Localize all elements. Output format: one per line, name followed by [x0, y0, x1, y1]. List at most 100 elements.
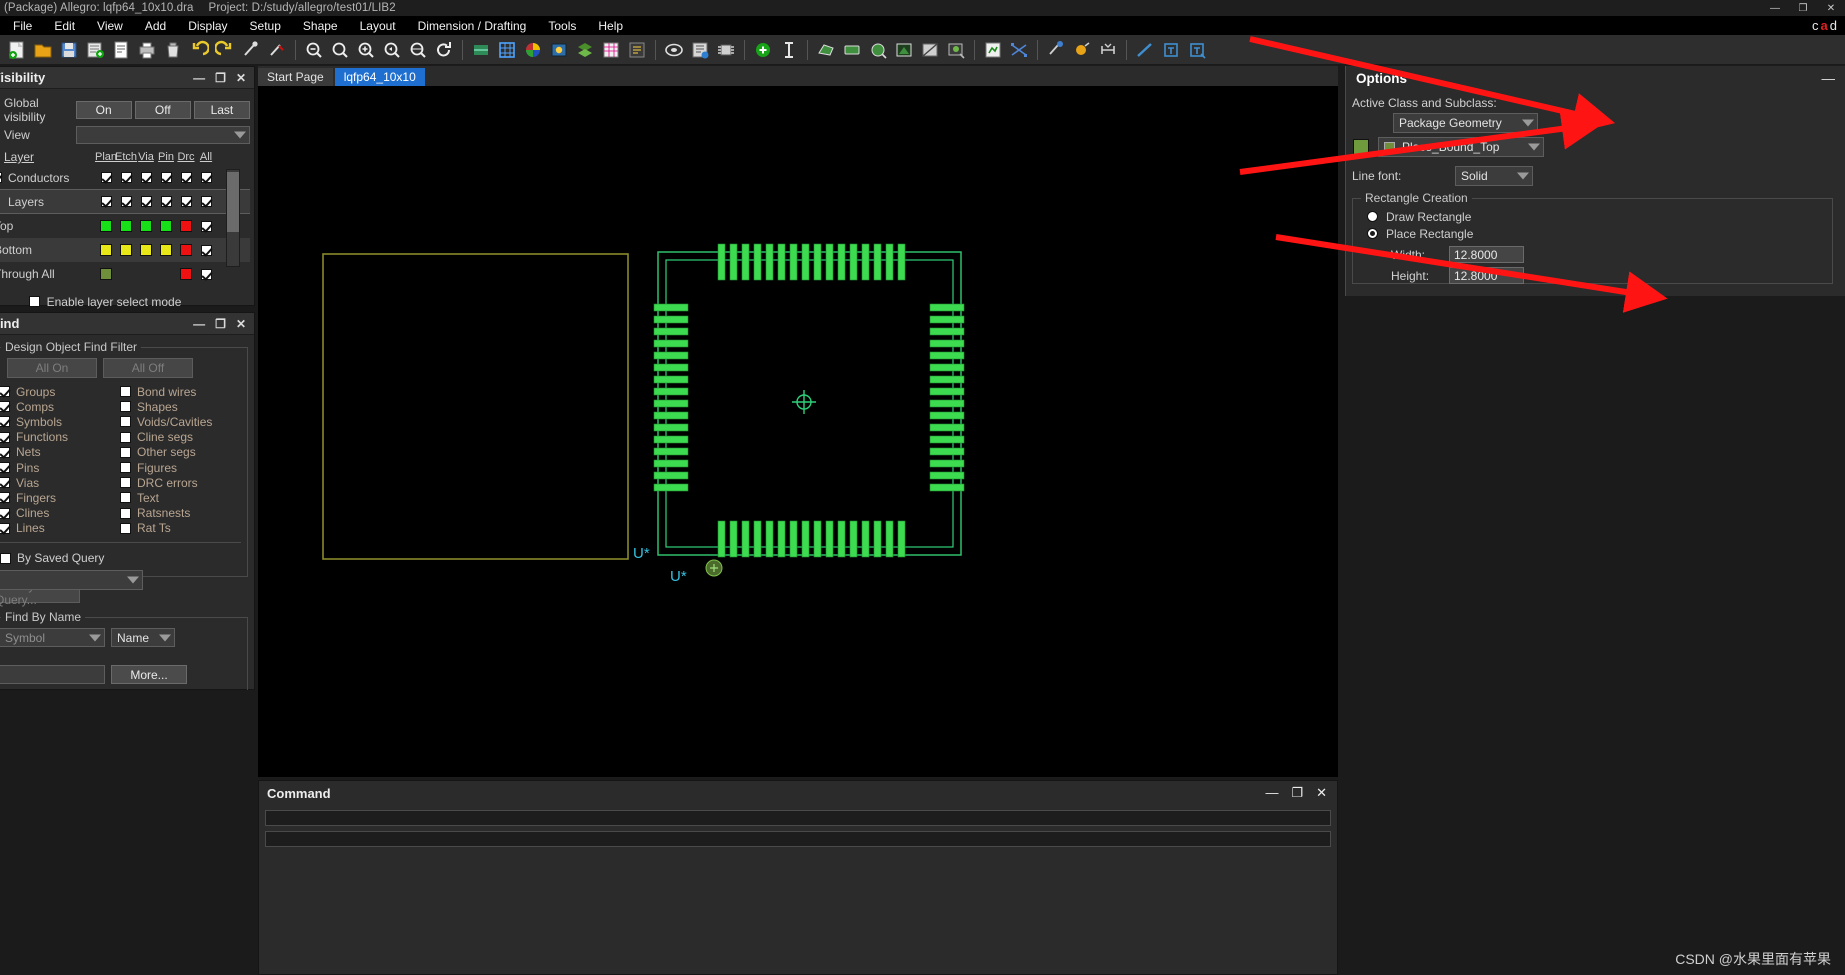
zoom-in-icon[interactable]: [353, 37, 378, 62]
menu-item-tools[interactable]: Tools: [537, 18, 587, 34]
layers-icon[interactable]: [572, 37, 597, 62]
find-item-figures[interactable]: Figures: [120, 460, 241, 475]
report-icon[interactable]: [108, 37, 133, 62]
draw-rectangle-radio-row[interactable]: Draw Rectangle: [1359, 208, 1826, 225]
find-item-other-segs[interactable]: Other segs: [120, 445, 241, 460]
open-file-icon[interactable]: [30, 37, 55, 62]
all-off-button[interactable]: All Off: [103, 358, 193, 378]
constraint-manager-icon[interactable]: [624, 37, 649, 62]
refresh-icon[interactable]: [431, 37, 456, 62]
menu-item-dimension[interactable]: Dimension / Drafting: [407, 18, 538, 34]
design-canvas[interactable]: U* U*: [258, 66, 1338, 777]
top-via-swatch[interactable]: [136, 220, 156, 232]
spreadsheet-icon[interactable]: [598, 37, 623, 62]
menu-item-shape[interactable]: Shape: [292, 18, 349, 34]
menu-item-help[interactable]: Help: [587, 18, 634, 34]
find-item-functions[interactable]: Functions: [0, 430, 120, 445]
snap-icon[interactable]: [1069, 37, 1094, 62]
top-drc-swatch[interactable]: [176, 220, 196, 232]
through-all-all-check[interactable]: [196, 268, 216, 280]
saved-query-select[interactable]: [0, 570, 143, 590]
tab-lqfp64-10x10[interactable]: lqfp64_10x10: [335, 68, 425, 86]
find-item-bond-wires[interactable]: Bond wires: [120, 384, 241, 399]
measure-icon[interactable]: [1043, 37, 1068, 62]
dimension-icon[interactable]: [1095, 37, 1120, 62]
find-item-cline-segs[interactable]: Cline segs: [120, 430, 241, 445]
active-subclass-select[interactable]: Place_Bound_Top: [1378, 137, 1544, 157]
menu-item-setup[interactable]: Setup: [239, 18, 292, 34]
move-icon[interactable]: [238, 37, 263, 62]
bottom-etch-swatch[interactable]: [116, 244, 136, 256]
color-wheel-icon[interactable]: [520, 37, 545, 62]
command-minimize-icon[interactable]: —: [1265, 785, 1278, 801]
add-connect-icon[interactable]: [750, 37, 775, 62]
ratsnest-icon[interactable]: [1006, 37, 1031, 62]
tab-start-page[interactable]: Start Page: [258, 68, 333, 86]
conductors-row-checkbox[interactable]: [0, 172, 2, 183]
zoom-world-icon[interactable]: [405, 37, 430, 62]
layers-drc-check[interactable]: [176, 196, 196, 207]
find-name-input[interactable]: [0, 665, 105, 684]
menu-item-file[interactable]: File: [2, 18, 43, 34]
find-item-nets[interactable]: Nets: [0, 445, 120, 460]
bottom-drc-swatch[interactable]: [176, 244, 196, 256]
bottom-all-check[interactable]: [196, 244, 216, 256]
layers-all-check[interactable]: [196, 196, 216, 207]
through-all-plan-swatch[interactable]: [96, 268, 116, 280]
shape-select-icon[interactable]: [891, 37, 916, 62]
draw-rectangle-radio[interactable]: [1367, 211, 1378, 222]
find-item-ratsnests[interactable]: Ratsnests: [120, 506, 241, 521]
find-item-symbols[interactable]: Symbols: [0, 414, 120, 429]
find-item-text[interactable]: Text: [120, 490, 241, 505]
visibility-row-top[interactable]: Top: [0, 214, 250, 238]
menu-item-display[interactable]: Display: [177, 18, 238, 34]
layers-via-check[interactable]: [136, 196, 156, 207]
bottom-pin-swatch[interactable]: [156, 244, 176, 256]
find-item-fingers[interactable]: Fingers: [0, 490, 120, 505]
visibility-row-through-all[interactable]: Through All: [0, 262, 250, 286]
conductors-all-check[interactable]: [196, 172, 216, 183]
maximize-icon[interactable]: ❐: [1789, 0, 1817, 16]
padstack-icon[interactable]: [661, 37, 686, 62]
conductors-drc-check[interactable]: [176, 172, 196, 183]
shape-rect-icon[interactable]: [839, 37, 864, 62]
print-icon[interactable]: [134, 37, 159, 62]
new-file-icon[interactable]: [4, 37, 29, 62]
layers-etch-check[interactable]: [116, 196, 136, 207]
view-select[interactable]: [76, 126, 250, 144]
visibility-minimize-icon[interactable]: —: [193, 72, 205, 84]
shape-circle-icon[interactable]: [865, 37, 890, 62]
width-input[interactable]: 12.8000: [1449, 246, 1524, 263]
find-item-rat-ts[interactable]: Rat Ts: [120, 521, 241, 536]
save-as-icon[interactable]: [82, 37, 107, 62]
command-close-icon[interactable]: ✕: [1316, 785, 1327, 801]
slide-icon[interactable]: [776, 37, 801, 62]
command-input-line[interactable]: [265, 831, 1331, 847]
conductors-via-check[interactable]: [136, 172, 156, 183]
top-plan-swatch[interactable]: [96, 220, 116, 232]
visibility-close-icon[interactable]: ✕: [236, 72, 246, 84]
find-item-pins[interactable]: Pins: [0, 460, 120, 475]
options-minimize-icon[interactable]: —: [1822, 71, 1845, 86]
menu-item-edit[interactable]: Edit: [43, 18, 86, 34]
shape-edit-icon[interactable]: [943, 37, 968, 62]
find-item-groups[interactable]: Groups: [0, 384, 120, 399]
visibility-scrollbar-thumb[interactable]: [227, 172, 239, 232]
find-item-vias[interactable]: Vias: [0, 475, 120, 490]
visibility-restore-icon[interactable]: ❐: [215, 72, 226, 84]
conductors-etch-check[interactable]: [116, 172, 136, 183]
all-on-button[interactable]: All On: [7, 358, 97, 378]
command-restore-icon[interactable]: ❐: [1291, 785, 1303, 801]
visibility-row-bottom[interactable]: Bottom: [0, 238, 250, 262]
by-saved-query-checkbox[interactable]: [0, 553, 11, 564]
find-restore-icon[interactable]: ❐: [215, 318, 226, 330]
global-visibility-last-button[interactable]: Last: [194, 101, 250, 119]
top-pin-swatch[interactable]: [156, 220, 176, 232]
drawing-params-icon[interactable]: [687, 37, 712, 62]
mirror-icon[interactable]: [264, 37, 289, 62]
add-line-icon[interactable]: [1132, 37, 1157, 62]
enable-layer-select-mode-checkbox[interactable]: [29, 296, 40, 307]
find-item-voids-cavities[interactable]: Voids/Cavities: [120, 414, 241, 429]
find-minimize-icon[interactable]: —: [193, 318, 205, 330]
display-options-icon[interactable]: [546, 37, 571, 62]
